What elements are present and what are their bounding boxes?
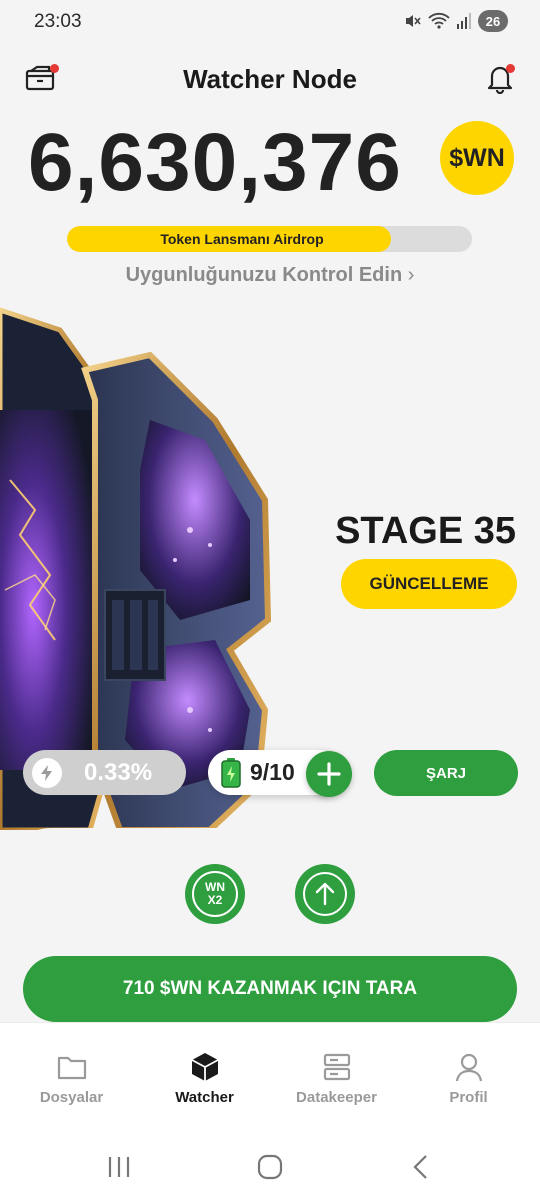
add-energy-button[interactable]: [306, 751, 352, 797]
plus-icon: [317, 762, 341, 786]
battery-icon: [221, 757, 241, 788]
upgrade-button[interactable]: GÜNCELLEME: [341, 559, 517, 609]
token-balance: 6,630,376: [28, 117, 402, 208]
energy-value: 9/10: [250, 759, 295, 785]
notifications-button[interactable]: [484, 62, 518, 96]
back-icon[interactable]: [406, 1152, 436, 1182]
upgrade-boost-button[interactable]: [295, 864, 355, 924]
nav-label: Watcher: [175, 1089, 234, 1106]
x2-boost-line2: X2: [207, 893, 223, 907]
check-eligibility-label: Uygunluğunuzu Kontrol Edin: [125, 264, 403, 286]
wifi-icon: [428, 12, 450, 29]
arrow-up-icon: [303, 872, 347, 916]
mining-rate-value: 0.33%: [84, 758, 153, 786]
bell-notification-dot: [506, 64, 515, 73]
x2-boost-icon: WN X2: [192, 871, 238, 917]
page-title: Watcher Node: [183, 64, 357, 94]
folder-icon: [57, 1056, 86, 1080]
scan-earn-button[interactable]: 710 $WN KAZANMAK IÇIN TARA: [23, 956, 517, 1022]
nav-item-datakeeper[interactable]: Datakeeper: [269, 1051, 404, 1106]
nav-label: Datakeeper: [296, 1089, 377, 1106]
charge-button[interactable]: ŞARJ: [374, 750, 518, 796]
airdrop-progress-label: Token Lansmanı Airdrop: [160, 231, 324, 247]
check-eligibility-link[interactable]: Uygunluğunuzu Kontrol Edin ›: [0, 264, 540, 287]
lightning-icon: [32, 757, 62, 788]
nav-item-dosyalar[interactable]: Dosyalar: [4, 1051, 139, 1106]
recent-apps-icon[interactable]: [104, 1152, 134, 1182]
signal-icon: [457, 13, 471, 29]
cube-icon: [191, 1053, 218, 1081]
x2-boost-button[interactable]: WN X2: [185, 864, 245, 924]
nav-item-profil[interactable]: Profil: [401, 1051, 536, 1106]
mining-rate-pill: 0.33%: [23, 750, 186, 795]
server-icon: [323, 1053, 350, 1081]
nav-item-watcher[interactable]: Watcher: [137, 1051, 272, 1106]
mute-icon: [406, 15, 421, 27]
stage-label: STAGE 35: [335, 510, 516, 552]
app-header: Watcher Node: [0, 44, 540, 112]
node-artwork: [0, 307, 272, 830]
chevron-right-icon: ›: [407, 264, 415, 286]
bottom-nav: Dosyalar Watcher Datakeeper Profil: [0, 1022, 540, 1134]
home-icon[interactable]: [255, 1152, 285, 1182]
nav-label: Dosyalar: [39, 1089, 104, 1106]
system-nav-bar: [0, 1134, 540, 1200]
status-icons: 26: [404, 10, 508, 32]
battery-indicator: 26: [478, 10, 508, 32]
wn-token-badge: $WN: [440, 121, 514, 195]
status-bar: 23:03 26: [0, 0, 540, 44]
user-icon: [455, 1053, 482, 1082]
nav-label: Profil: [449, 1089, 488, 1106]
status-time: 23:03: [34, 11, 82, 32]
